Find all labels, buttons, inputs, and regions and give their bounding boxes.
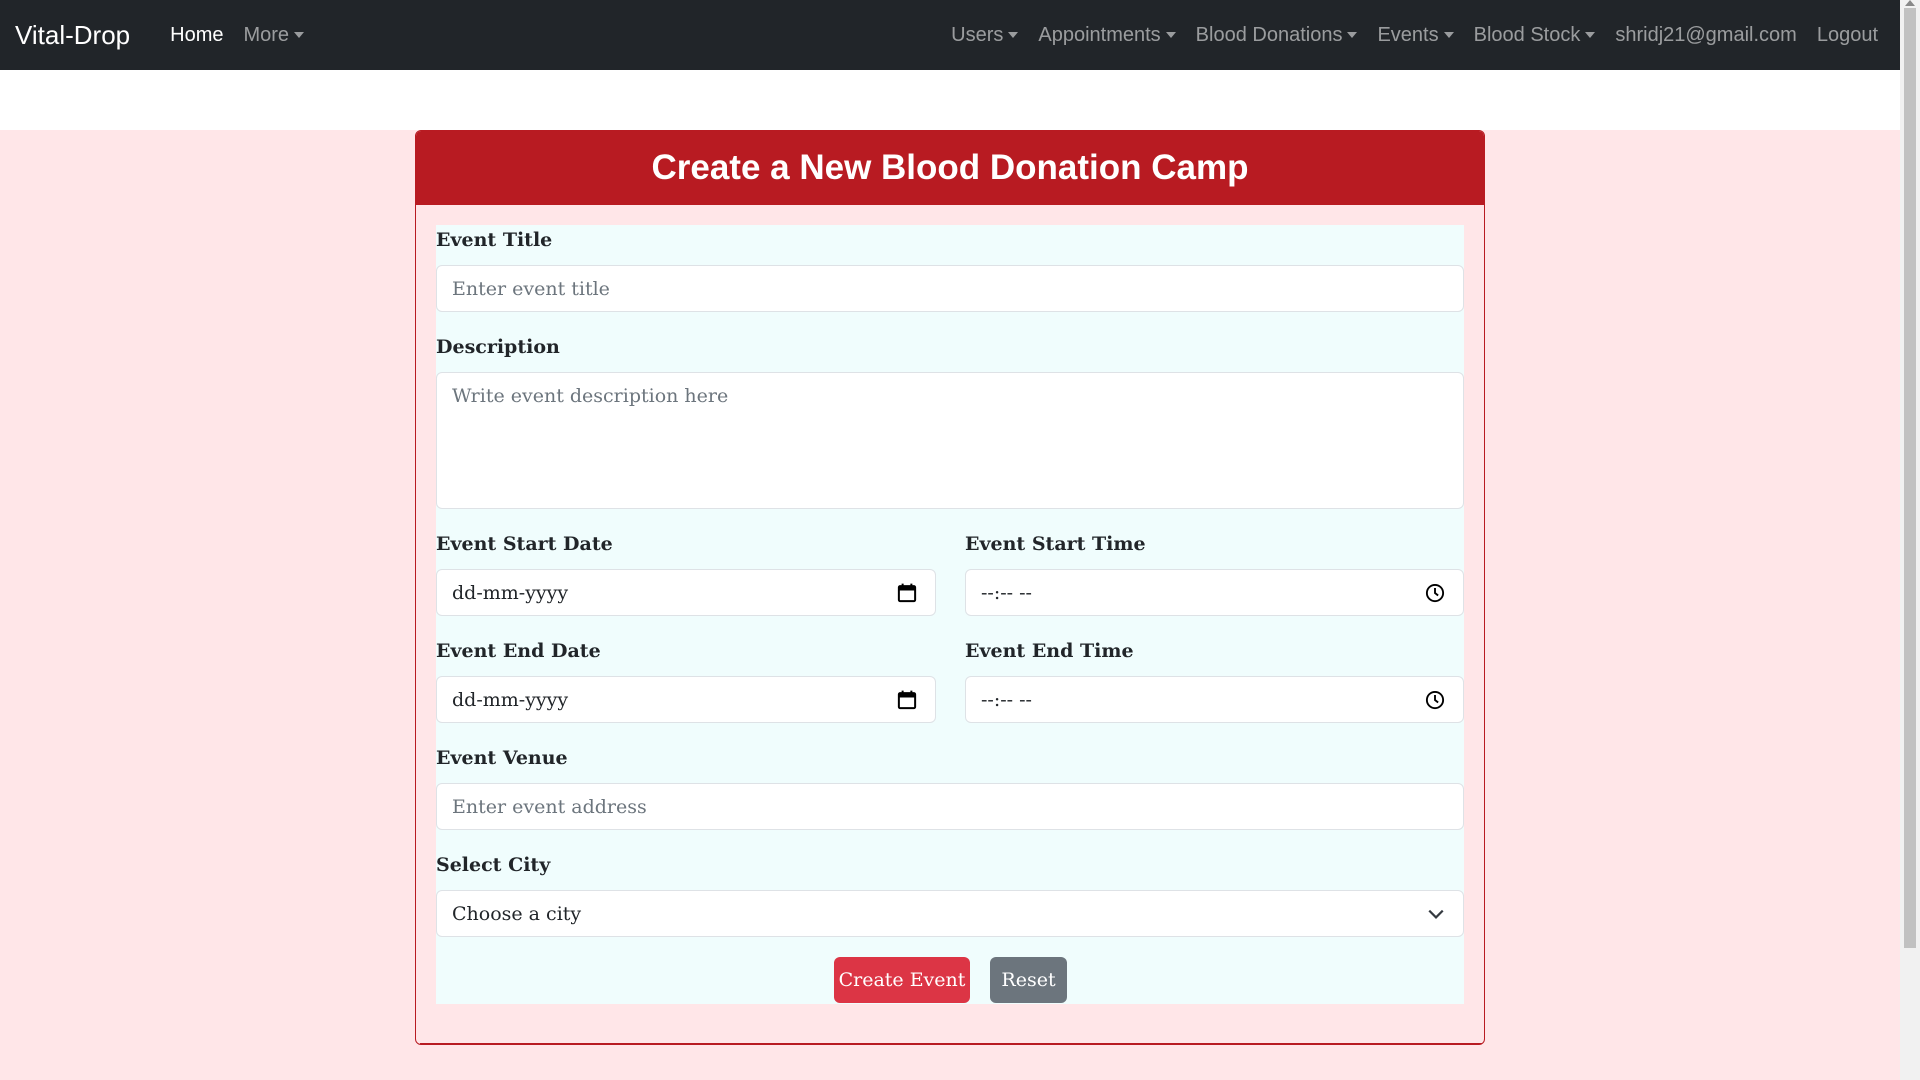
nav-blood-donations-dropdown[interactable]: Blood Donations — [1186, 24, 1368, 47]
nav-home[interactable]: Home — [160, 24, 233, 47]
venue-input[interactable]: Enter event address — [436, 783, 1464, 830]
nav-more-dropdown[interactable]: More — [233, 24, 314, 47]
nav-users-dropdown[interactable]: Users — [941, 24, 1028, 47]
nav-events-label: Events — [1377, 23, 1439, 46]
end-date-value: dd-mm-yyyy — [452, 688, 569, 711]
clock-icon[interactable] — [1425, 583, 1445, 603]
create-event-form: Event Title Enter event title Descriptio… — [436, 225, 1464, 1004]
reset-button[interactable]: Reset — [990, 957, 1067, 1003]
top-navbar: Vital-Drop Home More Users Appointments … — [0, 0, 1900, 70]
start-date-label: Event Start Date — [436, 533, 613, 555]
page-scrollbar[interactable] — [1900, 0, 1920, 1080]
nav-right-group: Users Appointments Blood Donations Event… — [941, 24, 1888, 47]
nav-appointments-label: Appointments — [1038, 23, 1161, 46]
clock-icon[interactable] — [1425, 690, 1445, 710]
caret-down-icon — [1347, 32, 1358, 38]
card-bottom-divider — [420, 1043, 1482, 1044]
start-time-input[interactable]: --:-- -- — [965, 569, 1464, 616]
create-event-card: Create a New Blood Donation Camp Event T… — [415, 130, 1485, 1045]
nav-blood-stock-label: Blood Stock — [1473, 23, 1581, 46]
end-time-input[interactable]: --:-- -- — [965, 676, 1464, 723]
header-spacer — [0, 70, 1900, 130]
end-time-value: --:-- -- — [981, 688, 1032, 711]
nav-appointments-dropdown[interactable]: Appointments — [1028, 24, 1185, 47]
city-select[interactable]: Choose a city — [436, 890, 1464, 937]
caret-down-icon — [1165, 32, 1176, 38]
caret-down-icon — [1008, 32, 1019, 38]
scrollbar-thumb[interactable] — [1904, 8, 1916, 948]
nav-users-label: Users — [951, 23, 1004, 46]
description-textarea[interactable]: Write event description here — [436, 372, 1464, 509]
nav-more-label: More — [243, 23, 290, 46]
event-title-label: Event Title — [436, 229, 553, 251]
card-header: Create a New Blood Donation Camp — [416, 131, 1484, 205]
brand-logo[interactable]: Vital-Drop — [15, 20, 130, 51]
caret-down-icon — [294, 32, 305, 38]
start-time-value: --:-- -- — [981, 581, 1032, 604]
caret-down-icon — [1585, 32, 1596, 38]
start-time-label: Event Start Time — [965, 533, 1146, 555]
nav-logout[interactable]: Logout — [1807, 24, 1888, 47]
nav-blood-stock-dropdown[interactable]: Blood Stock — [1464, 24, 1606, 47]
page-title: Create a New Blood Donation Camp — [651, 148, 1249, 187]
calendar-icon[interactable] — [897, 690, 917, 710]
end-date-input[interactable]: dd-mm-yyyy — [436, 676, 936, 723]
nav-events-dropdown[interactable]: Events — [1367, 24, 1463, 47]
end-time-label: Event End Time — [965, 640, 1134, 662]
event-title-input[interactable]: Enter event title — [436, 265, 1464, 312]
start-date-value: dd-mm-yyyy — [452, 581, 569, 604]
start-date-input[interactable]: dd-mm-yyyy — [436, 569, 936, 616]
calendar-icon[interactable] — [897, 583, 917, 603]
venue-label: Event Venue — [436, 747, 568, 769]
city-label: Select City — [436, 854, 551, 876]
description-label: Description — [436, 336, 560, 358]
city-selected-value: Choose a city — [452, 902, 582, 925]
scroll-up-arrow-icon[interactable] — [1905, 0, 1915, 6]
nav-blood-donations-label: Blood Donations — [1195, 23, 1343, 46]
chevron-down-icon — [1428, 909, 1444, 919]
caret-down-icon — [1443, 32, 1454, 38]
description-placeholder: Write event description here — [452, 385, 729, 407]
nav-home-label: Home — [170, 23, 224, 46]
create-event-button[interactable]: Create Event — [834, 957, 970, 1003]
event-title-placeholder: Enter event title — [452, 277, 610, 300]
end-date-label: Event End Date — [436, 640, 601, 662]
nav-user-email[interactable]: shridj21@gmail.com — [1605, 24, 1806, 47]
venue-placeholder: Enter event address — [452, 795, 647, 818]
